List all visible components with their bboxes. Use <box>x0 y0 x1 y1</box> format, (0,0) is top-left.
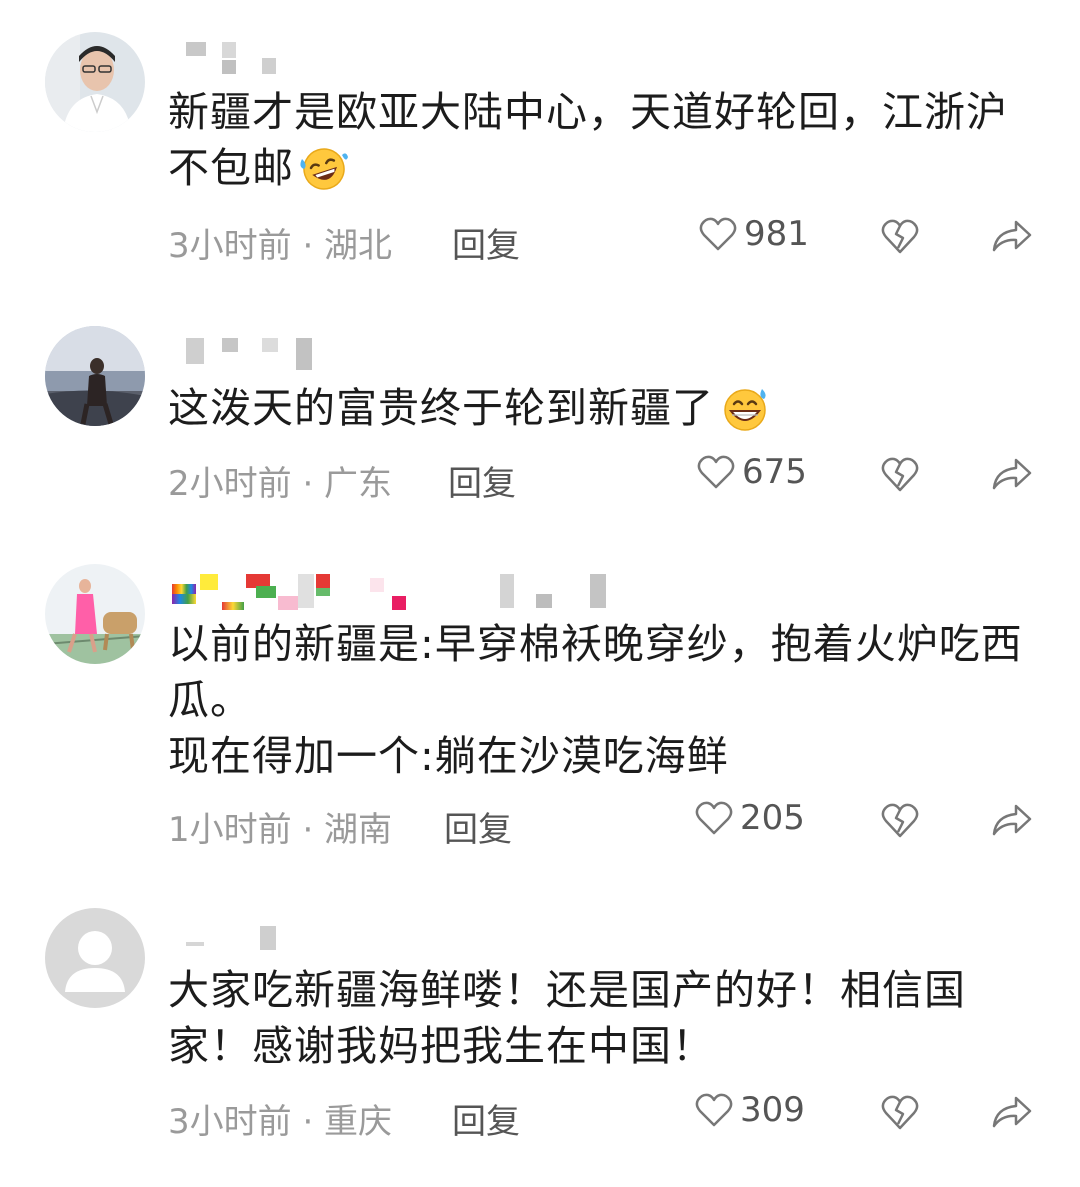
share-button[interactable] <box>990 456 1034 492</box>
time-location: 3小时前 · 湖北 <box>168 226 393 266</box>
share-button[interactable] <box>990 802 1034 838</box>
comment-text-line: 大家吃新疆海鲜喽！还是国产的好！相信国 <box>168 966 966 1014</box>
share-button[interactable] <box>990 218 1034 254</box>
time-location: 2小时前 · 广东 <box>168 464 393 504</box>
comment-text-line: 以前的新疆是:早穿棉袄晚穿纱，抱着火炉吃西 <box>168 620 1023 668</box>
comment-text-line: 家！感谢我妈把我生在中国！ <box>168 1022 714 1070</box>
share-button[interactable] <box>990 1094 1034 1130</box>
reply-button[interactable]: 回复 <box>444 802 512 851</box>
avatar[interactable] <box>45 326 145 426</box>
dislike-button[interactable] <box>880 454 920 494</box>
like-count: 981 <box>744 214 809 254</box>
comment-text-line: 瓜。 <box>168 676 252 724</box>
laughing-crying-emoji-icon <box>298 145 350 205</box>
comment-meta: 1小时前 · 湖南 回复 205 <box>0 798 1080 851</box>
heart-outline-icon <box>694 800 734 836</box>
time-location: 3小时前 · 重庆 <box>168 1102 393 1142</box>
grin-sweat-emoji-icon <box>718 385 772 445</box>
like-button[interactable]: 981 <box>698 214 809 254</box>
comment-text-line: 新疆才是欧亚大陆中心，天道好轮回，江浙沪 <box>168 88 1008 136</box>
reply-button[interactable]: 回复 <box>448 456 516 505</box>
heart-outline-icon <box>696 454 736 490</box>
comment-text: 这泼天的富贵终于轮到新疆了 <box>168 380 1028 445</box>
avatar[interactable] <box>45 32 145 132</box>
like-button[interactable]: 205 <box>694 798 805 838</box>
like-count: 675 <box>742 452 807 492</box>
time-location: 1小时前 · 湖南 <box>168 810 393 850</box>
comment-text-line: 不包邮 <box>168 140 1028 205</box>
reply-button[interactable]: 回复 <box>452 1094 520 1143</box>
comment-text: 以前的新疆是:早穿棉袄晚穿纱，抱着火炉吃西 瓜。 现在得加一个:躺在沙漠吃海鲜 <box>168 616 1028 784</box>
comment-text: 大家吃新疆海鲜喽！还是国产的好！相信国 家！感谢我妈把我生在中国！ <box>168 962 1028 1074</box>
avatar[interactable] <box>45 564 145 664</box>
heart-outline-icon <box>694 1092 734 1128</box>
dislike-button[interactable] <box>880 216 920 256</box>
like-button[interactable]: 309 <box>694 1090 805 1130</box>
like-count: 205 <box>740 798 805 838</box>
comment-text: 新疆才是欧亚大陆中心，天道好轮回，江浙沪 不包邮 <box>168 84 1028 205</box>
like-button[interactable]: 675 <box>696 452 807 492</box>
comment-meta: 2小时前 · 广东 回复 675 <box>0 452 1080 505</box>
comment-list: 新疆才是欧亚大陆中心，天道好轮回，江浙沪 不包邮 3小时前 · 湖北 回复 98… <box>0 0 1080 1187</box>
dislike-button[interactable] <box>880 800 920 840</box>
dislike-button[interactable] <box>880 1092 920 1132</box>
comment-text-line: 现在得加一个:躺在沙漠吃海鲜 <box>168 732 729 780</box>
comment-text-line: 这泼天的富贵终于轮到新疆了 <box>168 380 1028 445</box>
comment-meta: 3小时前 · 重庆 回复 309 <box>0 1090 1080 1143</box>
heart-outline-icon <box>698 216 738 252</box>
comment-text-line-content: 这泼天的富贵终于轮到新疆了 <box>168 384 714 432</box>
avatar[interactable] <box>45 908 145 1008</box>
like-count: 309 <box>740 1090 805 1130</box>
comment-text-line-content: 不包邮 <box>168 144 294 192</box>
reply-button[interactable]: 回复 <box>452 218 520 267</box>
comment-meta: 3小时前 · 湖北 回复 981 <box>0 214 1080 267</box>
